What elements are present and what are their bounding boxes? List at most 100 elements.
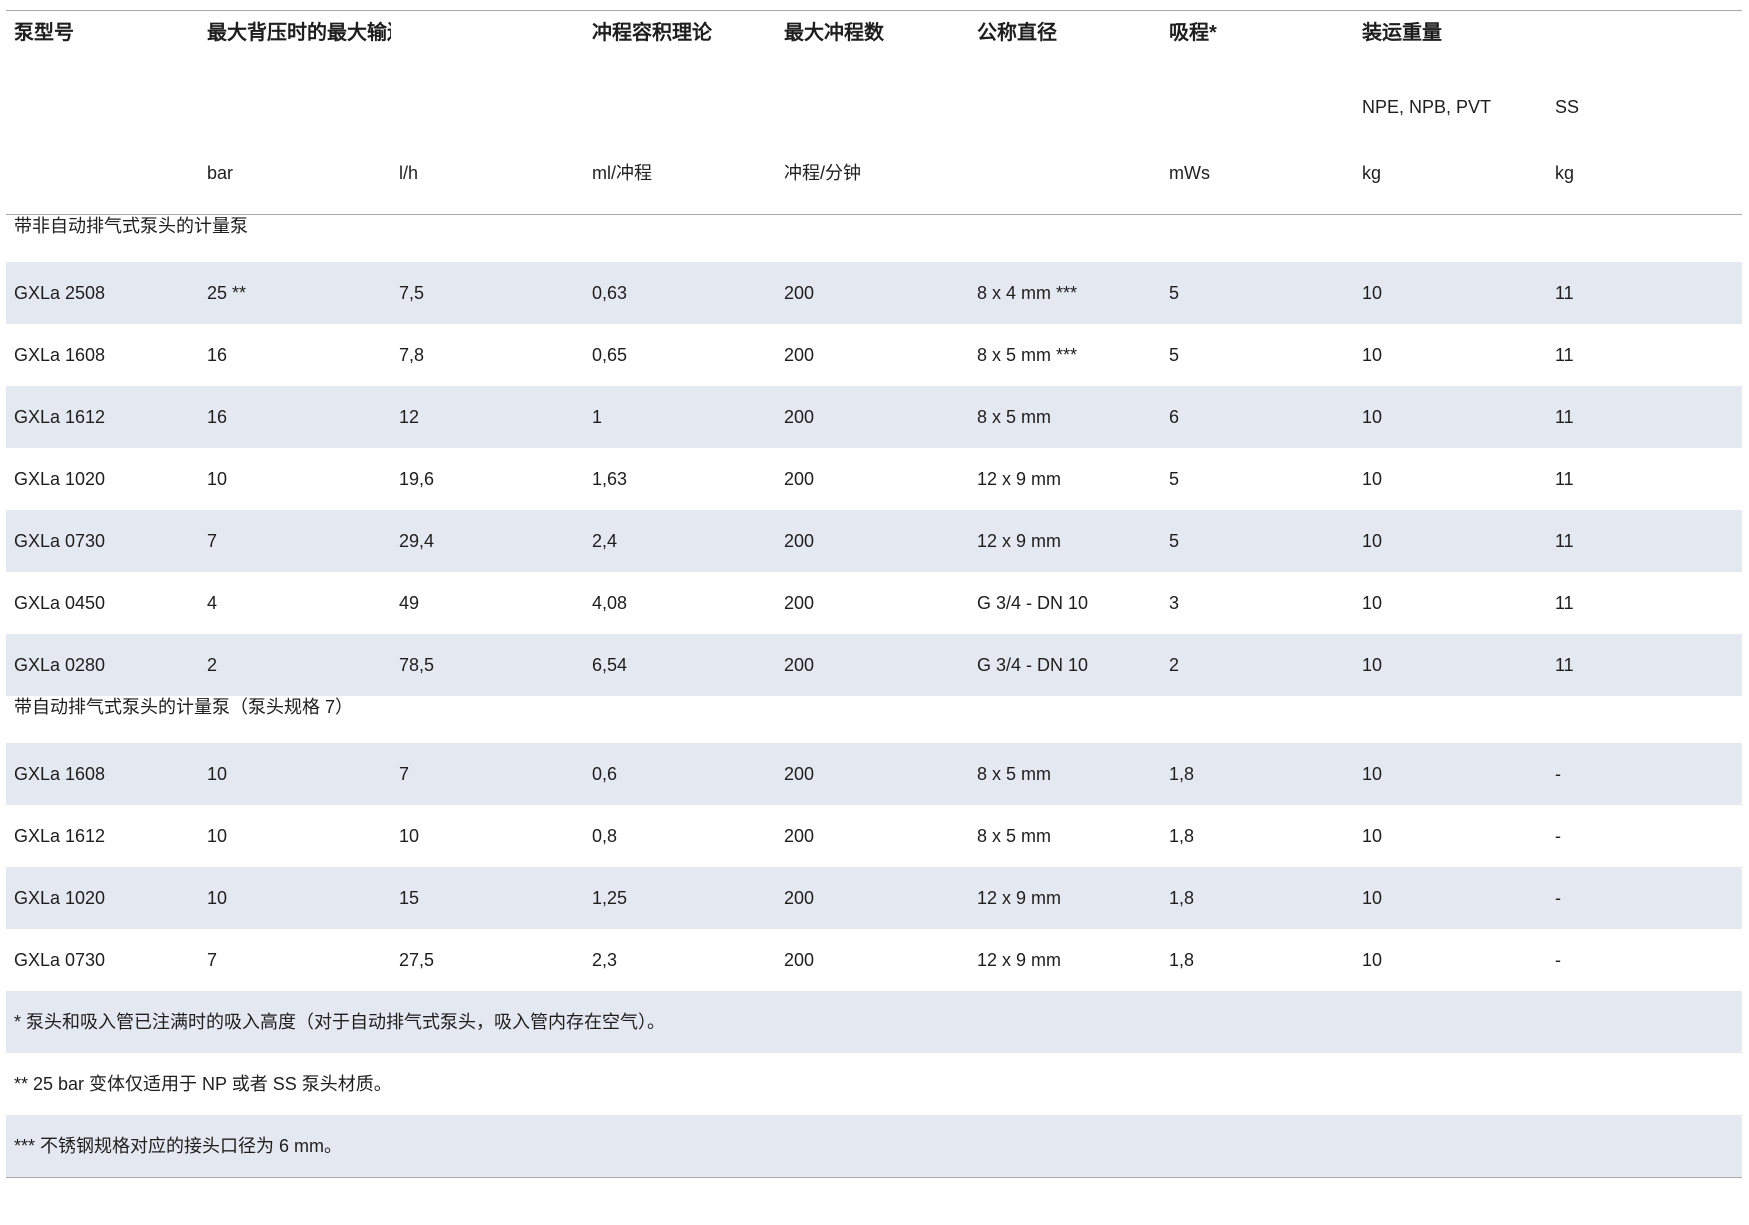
- table-row: GXLa 0730 7 29,4 2,4 200 12 x 9 mm 5 10 11: [6, 510, 1742, 572]
- table-cell: 12: [391, 386, 584, 448]
- table-cell: 16: [207, 345, 228, 365]
- table-cell: 27,5: [399, 950, 435, 970]
- table-cell: 12 x 9 mm: [977, 469, 1062, 489]
- table-cell: 3: [1169, 593, 1180, 613]
- table-cell: 2: [1161, 634, 1354, 696]
- header-cell: [776, 68, 969, 140]
- header-cell: [584, 68, 776, 140]
- table-cell: 200: [776, 262, 969, 324]
- table-cell: 8 x 5 mm: [969, 743, 1161, 805]
- table-cell: 8 x 5 mm: [977, 826, 1052, 846]
- table-cell: 12 x 9 mm: [977, 950, 1062, 970]
- table-cell: 0,63: [584, 262, 776, 324]
- table-cell: -: [1555, 826, 1561, 846]
- table-cell: 0,8: [592, 826, 618, 846]
- table-cell: 25 **: [199, 262, 391, 324]
- table-cell: 10: [1362, 950, 1383, 970]
- header-cell: ml/冲程: [592, 163, 652, 183]
- table-cell: 200: [784, 826, 815, 846]
- table-cell: 1,8: [1169, 950, 1195, 970]
- table-cell: 200: [784, 593, 815, 613]
- table-cell: 200: [776, 634, 969, 696]
- table-cell: 4,08: [592, 593, 628, 613]
- table-cell: 7: [207, 950, 218, 970]
- footnote-row: *** 不锈钢规格对应的接头口径为 6 mm。: [6, 1115, 1742, 1178]
- table-cell: 11: [1555, 345, 1574, 365]
- header-cell: bar: [207, 163, 234, 183]
- table-cell: 11: [1547, 510, 1742, 572]
- pump-model-cell: GXLa 2508: [6, 262, 199, 324]
- table-cell: 8 x 5 mm: [969, 386, 1161, 448]
- table-cell: 8 x 5 mm ***: [977, 345, 1078, 365]
- footnote-text: * 泵头和吸入管已注满时的吸入高度（对于自动排气式泵头，吸入管内存在空气）。: [6, 991, 1742, 1053]
- table-cell: 4: [207, 593, 218, 613]
- header-cell: [391, 68, 584, 140]
- spec-page: 泵型号 最大背压时的最大输送流量 冲程容积理论 最大冲程数 公称直径 吸程* 装…: [0, 0, 1749, 1225]
- table-cell: 78,5: [391, 634, 584, 696]
- table-cell: G 3/4 - DN 10: [977, 593, 1089, 613]
- table-cell: 7,8: [399, 345, 425, 365]
- table-cell: -: [1547, 743, 1742, 805]
- header-row-titles: 泵型号 最大背压时的最大输送流量 冲程容积理论 最大冲程数 公称直径 吸程* 装…: [6, 11, 1742, 69]
- table-cell: 5: [1161, 510, 1354, 572]
- table-cell: 11: [1555, 469, 1574, 489]
- header-cell: l/h: [399, 163, 419, 183]
- table-cell: 200: [776, 510, 969, 572]
- table-cell: 200: [776, 743, 969, 805]
- table-cell: 10: [1354, 867, 1547, 929]
- table-cell: 2,3: [592, 950, 618, 970]
- table-header: 泵型号 最大背压时的最大输送流量 冲程容积理论 最大冲程数 公称直径 吸程* 装…: [6, 11, 1742, 215]
- header-row-units: bar l/h ml/冲程 冲程/分钟 mWs kg kg: [6, 140, 1742, 215]
- footnote-text: *** 不锈钢规格对应的接头口径为 6 mm。: [6, 1115, 1742, 1178]
- table-row: GXLa 0450 4 49 4,08 200 G 3/4 - DN 10 3 10 11: [6, 572, 1742, 634]
- table-cell: 12 x 9 mm: [969, 510, 1161, 572]
- pump-model-cell: GXLa 0450: [14, 593, 106, 613]
- pump-model-cell: GXLa 1608: [14, 345, 106, 365]
- table-cell: 1,8: [1161, 867, 1354, 929]
- section-title-row: 带自动排气式泵头的计量泵（泵头规格 7）: [6, 696, 1742, 743]
- table-cell: 11: [1547, 386, 1742, 448]
- table-cell: 10: [1354, 262, 1547, 324]
- header-cell: [6, 68, 199, 140]
- table-cell: 5: [1169, 469, 1180, 489]
- table-cell: 5: [1169, 345, 1180, 365]
- table-cell: 2: [199, 634, 391, 696]
- pump-model-cell: GXLa 0730: [14, 950, 106, 970]
- table-cell: 1,63: [592, 469, 628, 489]
- table-cell: 10: [1354, 386, 1547, 448]
- header-cell: kg: [1555, 163, 1575, 183]
- header-cell: kg: [1362, 163, 1382, 183]
- header-cell: [969, 68, 1161, 140]
- table-cell: 10: [207, 469, 228, 489]
- pump-model-cell: GXLa 1020: [14, 469, 106, 489]
- header-cell: 泵型号: [14, 22, 74, 44]
- table-cell: 200: [784, 345, 815, 365]
- table-cell: 7: [391, 743, 584, 805]
- pump-model-cell: GXLa 0730: [6, 510, 199, 572]
- table-cell: 16: [199, 386, 391, 448]
- table-cell: 49: [399, 593, 420, 613]
- table-row: GXLa 2508 25 ** 7,5 0,63 200 8 x 4 mm *** 5 10 1…: [6, 262, 1742, 324]
- section-title: 带非自动排气式泵头的计量泵: [14, 216, 248, 236]
- header-cell: SS: [1555, 97, 1580, 117]
- table-cell: 10: [1362, 345, 1383, 365]
- table-cell: 10: [207, 826, 228, 846]
- table-cell: 8 x 4 mm ***: [969, 262, 1161, 324]
- table-cell: 10: [1362, 469, 1383, 489]
- table-cell: 10: [1354, 510, 1547, 572]
- table-cell: 200: [784, 950, 815, 970]
- table-cell: 5: [1161, 262, 1354, 324]
- table-cell: 200: [776, 867, 969, 929]
- table-cell: 1: [584, 386, 776, 448]
- header-cell: [391, 11, 584, 69]
- header-cell: [1161, 68, 1354, 140]
- table-cell: -: [1555, 950, 1561, 970]
- section-title-row: 带非自动排气式泵头的计量泵: [6, 215, 1742, 263]
- table-cell: 10: [1354, 743, 1547, 805]
- table-cell: 10: [1362, 826, 1383, 846]
- table-cell: 200: [784, 469, 815, 489]
- header-cell: 冲程容积理论: [592, 22, 712, 44]
- table-cell: 7,5: [391, 262, 584, 324]
- table-cell: 6: [1161, 386, 1354, 448]
- header-cell: 冲程/分钟: [784, 163, 862, 183]
